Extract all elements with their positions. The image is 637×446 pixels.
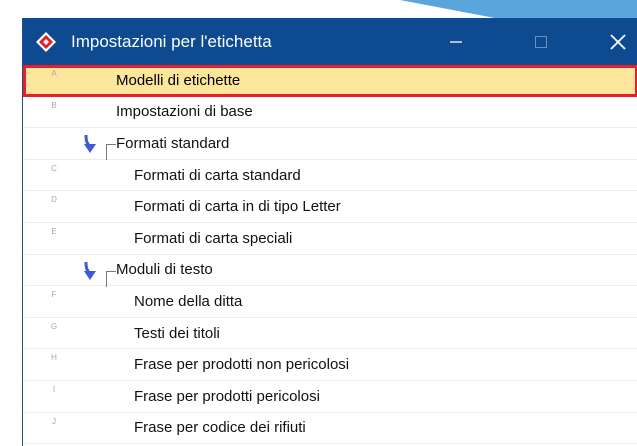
- tree-item-formati-letter[interactable]: D Formati di carta in di tipo Letter: [23, 191, 637, 223]
- window-title: Impostazioni per l'etichetta: [71, 31, 272, 51]
- item-letter: E: [51, 226, 57, 236]
- item-letter: J: [52, 416, 56, 426]
- settings-tree: A Modelli di etichette B Impostazioni di…: [23, 65, 637, 445]
- item-label: Frase per prodotti pericolosi: [134, 387, 320, 405]
- item-label: Formati di carta speciali: [134, 229, 293, 247]
- item-letter: C: [51, 163, 57, 173]
- close-icon: [610, 33, 626, 50]
- item-letter: I: [52, 384, 56, 394]
- tree-group-formati-standard[interactable]: Formati standard: [23, 128, 637, 161]
- tree-item-modelli-di-etichette[interactable]: A Modelli di etichette: [23, 65, 637, 97]
- tree-item-formati-di-carta-speciali[interactable]: E Formati di carta speciali: [23, 223, 637, 255]
- item-label: Testi dei titoli: [134, 324, 220, 342]
- item-letter: F: [51, 290, 57, 300]
- tree-item-codice-dei-rifiuti[interactable]: J Frase per codice dei rifiuti: [23, 413, 637, 445]
- item-letter: B: [51, 100, 57, 110]
- close-button[interactable]: [595, 18, 637, 65]
- item-label: Formati di carta in di tipo Letter: [134, 198, 341, 216]
- tree-item-nome-della-ditta[interactable]: F Nome della ditta: [23, 286, 637, 318]
- tree-branch-line: [106, 270, 116, 287]
- item-label: Formati standard: [116, 134, 230, 152]
- minimize-button[interactable]: [433, 18, 479, 65]
- item-label: Modelli di etichette: [116, 71, 241, 89]
- tree-item-formati-di-carta-standard[interactable]: C Formati di carta standard: [23, 160, 637, 192]
- item-label: Nome della ditta: [134, 292, 243, 310]
- label-settings-window: Impostazioni per l'etichetta A Modelli d…: [22, 18, 637, 446]
- expand-arrow-icon[interactable]: [81, 261, 99, 281]
- item-label: Frase per codice dei rifiuti: [134, 419, 306, 437]
- tree-branch-line: [106, 144, 116, 161]
- tree-group-moduli-di-testo[interactable]: Moduli di testo: [23, 255, 637, 287]
- tree-item-prodotti-non-pericolosi[interactable]: H Frase per prodotti non pericolosi: [23, 349, 637, 381]
- item-letter: A: [51, 69, 57, 78]
- item-label: Impostazioni di base: [116, 103, 253, 121]
- item-label: Formati di carta standard: [134, 166, 301, 184]
- expand-arrow-icon[interactable]: [81, 134, 99, 154]
- tree-item-prodotti-pericolosi[interactable]: I Frase per prodotti pericolosi: [23, 381, 637, 413]
- item-letter: H: [51, 353, 57, 363]
- minimize-icon: [450, 40, 462, 43]
- maximize-button[interactable]: [518, 18, 564, 65]
- item-letter: G: [50, 321, 58, 331]
- app-diamond-icon: [36, 31, 56, 52]
- maximize-icon: [535, 35, 547, 48]
- item-label: Moduli di testo: [116, 261, 213, 279]
- title-bar[interactable]: Impostazioni per l'etichetta: [23, 18, 637, 65]
- item-label: Frase per prodotti non pericolosi: [134, 356, 350, 374]
- item-letter: D: [51, 195, 57, 205]
- tree-item-impostazioni-di-base[interactable]: B Impostazioni di base: [23, 97, 637, 129]
- tree-item-testi-dei-titoli[interactable]: G Testi dei titoli: [23, 318, 637, 350]
- background-window-edge: [0, 0, 400, 18]
- background-window-accent: [400, 0, 637, 18]
